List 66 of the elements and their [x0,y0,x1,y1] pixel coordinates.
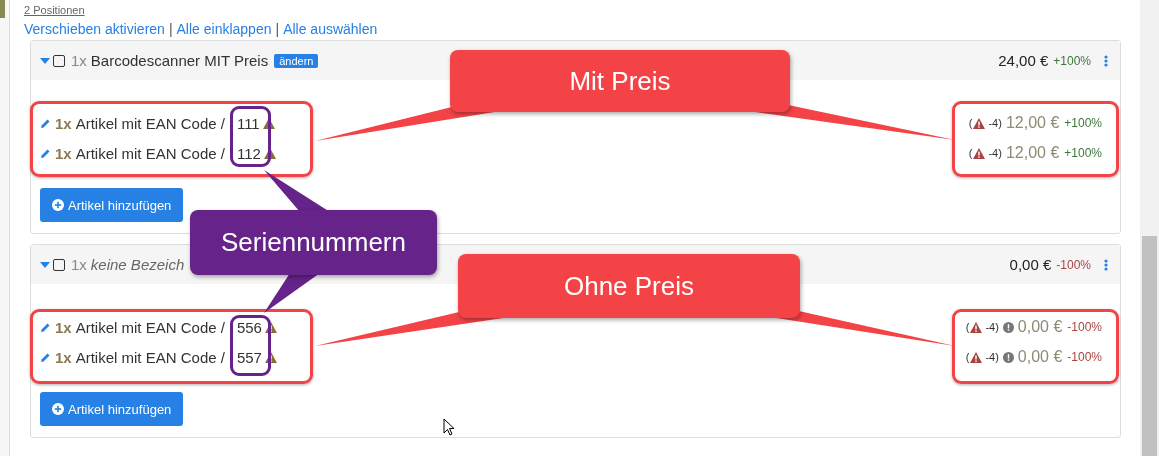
stock-count: -4) [988,147,1002,159]
positions-count: 2 Positionen [24,3,86,17]
caret-icon[interactable] [40,57,50,64]
warning-icon [970,351,983,363]
warning-icon [264,351,277,363]
article-name: Artikel mit EAN Code / [75,144,225,162]
action-link[interactable]: Alle einklappen [176,20,272,38]
warning-icon [973,147,986,159]
percent-change: +100% [1063,146,1103,160]
pencil-icon[interactable] [40,321,51,333]
article-name: Artikel mit EAN Code / [75,318,225,336]
more-icon[interactable] [1104,54,1108,67]
link-separator: | [168,20,173,38]
warning-icon [970,321,983,333]
quantity: 1x [71,256,87,273]
sidebar-strip [0,0,5,18]
edit-button[interactable]: ändern [274,53,319,68]
quantity: 1x [55,348,72,366]
warning-icon [973,117,986,129]
add-article-button[interactable]: Artikel hinzufügen [40,392,184,426]
quantity: 1x [55,144,72,162]
stock-count: -4) [988,117,1002,129]
article-price: 12,00 € [1005,114,1060,132]
warning-icon [264,321,277,333]
quantity: 1x [71,52,87,69]
pencil-icon[interactable] [40,117,51,129]
link-separator: | [275,20,280,38]
stock-paren: ( [968,117,973,129]
position-name: Barcodescanner MIT Preis [90,52,269,69]
article-name: Artikel mit EAN Code / [75,114,225,132]
checkbox[interactable] [53,258,65,271]
checkbox[interactable] [53,54,65,67]
serial-number: 112 [236,144,261,162]
pencil-icon[interactable] [40,147,51,159]
percent-change: -100% [1066,320,1103,334]
serial-number: 556 [236,318,262,336]
percent-change: +100% [1063,116,1103,130]
percent-change: -100% [1066,350,1103,364]
position-price: 24,00 € [998,52,1049,69]
caret-icon[interactable] [40,261,50,268]
scrollbar[interactable] [1140,0,1159,456]
quantity: 1x [55,114,72,132]
article-name: Artikel mit EAN Code / [75,348,225,366]
position-name: keine Bezeich [90,256,185,273]
percent-change: +100% [1052,53,1092,68]
plus-circle-icon [52,199,64,211]
mouse-cursor-icon [443,418,455,436]
position-price: 0,00 € [1009,256,1052,273]
article-price: 0,00 € [1017,348,1063,366]
stock-count: -4) [985,351,999,363]
quantity: 1x [55,318,72,336]
stock-paren: ( [965,351,970,363]
percent-change: -100% [1055,257,1092,272]
serial-number: 111 [236,114,260,132]
article-price: 12,00 € [1005,144,1060,162]
serial-number: 557 [236,348,262,366]
plus-circle-icon [52,403,64,415]
stock-paren: ( [968,147,973,159]
more-icon[interactable] [1104,258,1108,271]
add-article-button[interactable]: Artikel hinzufügen [40,188,184,222]
action-link[interactable]: Alle auswählen [283,20,378,38]
pencil-icon[interactable] [40,351,51,363]
action-link[interactable]: Verschieben aktivieren [24,20,165,38]
article-price: 0,00 € [1017,318,1063,336]
stock-count: -4) [985,321,999,333]
stock-paren: ( [965,321,970,333]
